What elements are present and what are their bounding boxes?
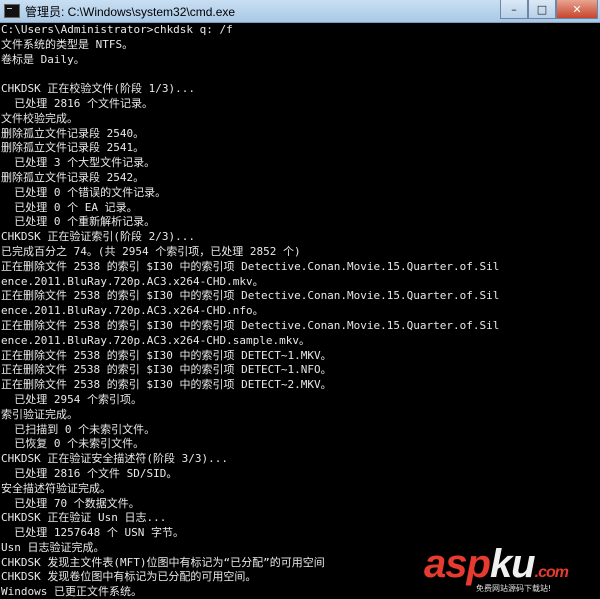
console-line: 已处理 0 个错误的文件记录。 [1,185,167,199]
minimize-button[interactable]: – [500,0,528,19]
maximize-button[interactable]: □ [528,0,556,19]
console-line: ence.2011.BluRay.720p.AC3.x264-CHD.sampl… [1,333,311,347]
window-controls: – □ ✕ [500,0,598,19]
watermark-logo-suffix: .com [534,564,569,581]
console-line: CHKDSK 正在验证安全描述符(阶段 3/3)... [1,452,228,466]
console-line: 文件校验完成。 [1,111,78,125]
console-line: 安全描述符验证完成。 [1,481,111,495]
console-line: CHKDSK 正在校验文件(阶段 1/3)... [1,82,195,96]
window-title: 管理员: C:\Windows\system32\cmd.exe [25,4,236,19]
console-line: 索引验证完成。 [1,407,78,421]
console-line: 正在删除文件 2538 的索引 $I30 中的索引项 DETECT~1.NFO。 [1,363,332,377]
console-line: 正在删除文件 2538 的索引 $I30 中的索引项 DETECT~2.MKV。 [1,378,332,392]
console-line: 已处理 70 个数据文件。 [1,496,140,510]
console-line: 已处理 2816 个文件记录。 [1,96,153,110]
cmd-window: 管理员: C:\Windows\system32\cmd.exe – □ ✕ C… [0,0,600,599]
console-line: CHKDSK 正在验证索引(阶段 2/3)... [1,230,195,244]
console-line: CHKDSK 正在验证 Usn 日志... [1,511,167,525]
console-line: 删除孤立文件记录段 2541。 [1,141,145,155]
console-line: 已处理 0 个重新解析记录。 [1,215,156,229]
watermark-logo-part2: ku [489,542,536,586]
watermark-subtitle: 免费网站源码下载站! [476,584,552,593]
console-line: 卷标是 Daily。 [1,52,85,66]
console-line: 文件系统的类型是 NTFS。 [1,37,134,51]
console-line: 已处理 0 个 EA 记录。 [1,200,138,214]
console-line: 正在删除文件 2538 的索引 $I30 中的索引项 Detective.Con… [1,318,500,332]
console-line: 正在删除文件 2538 的索引 $I30 中的索引项 Detective.Con… [1,259,500,273]
console-line: 正在删除文件 2538 的索引 $I30 中的索引项 Detective.Con… [1,289,500,303]
close-button[interactable]: ✕ [556,0,598,19]
site-watermark: aspku.com 免费网站源码下载站! [424,543,594,595]
watermark-logo-part1: asp [424,542,491,586]
console-line: 已处理 3 个大型文件记录。 [1,156,156,170]
console-line: 已恢复 0 个未索引文件。 [1,437,145,451]
console-output[interactable]: C:\Users\Administrator>chkdsk q: /f 文件系统的… [0,23,600,599]
console-line: ence.2011.BluRay.720p.AC3.x264-CHD.nfo。 [1,304,264,318]
title-bar[interactable]: 管理员: C:\Windows\system32\cmd.exe – □ ✕ [0,0,600,23]
console-line: 已处理 1257648 个 USN 字节。 [1,526,184,540]
console-line: 已完成百分之 74。(共 2954 个索引项，已处理 2852 个) [1,244,301,258]
console-line: 已处理 2816 个文件 SD/SID。 [1,466,178,480]
console-line: 删除孤立文件记录段 2542。 [1,170,145,184]
console-line: C:\Users\Administrator>chkdsk q: /f [1,23,233,36]
console-line: 已扫描到 0 个未索引文件。 [1,422,156,436]
console-line: ence.2011.BluRay.720p.AC3.x264-CHD.mkv。 [1,274,264,288]
cmd-icon [4,4,20,18]
console-line: 已处理 2954 个索引项。 [1,392,142,406]
console-line: 删除孤立文件记录段 2540。 [1,126,145,140]
console-line: 正在删除文件 2538 的索引 $I30 中的索引项 DETECT~1.MKV。 [1,348,332,362]
